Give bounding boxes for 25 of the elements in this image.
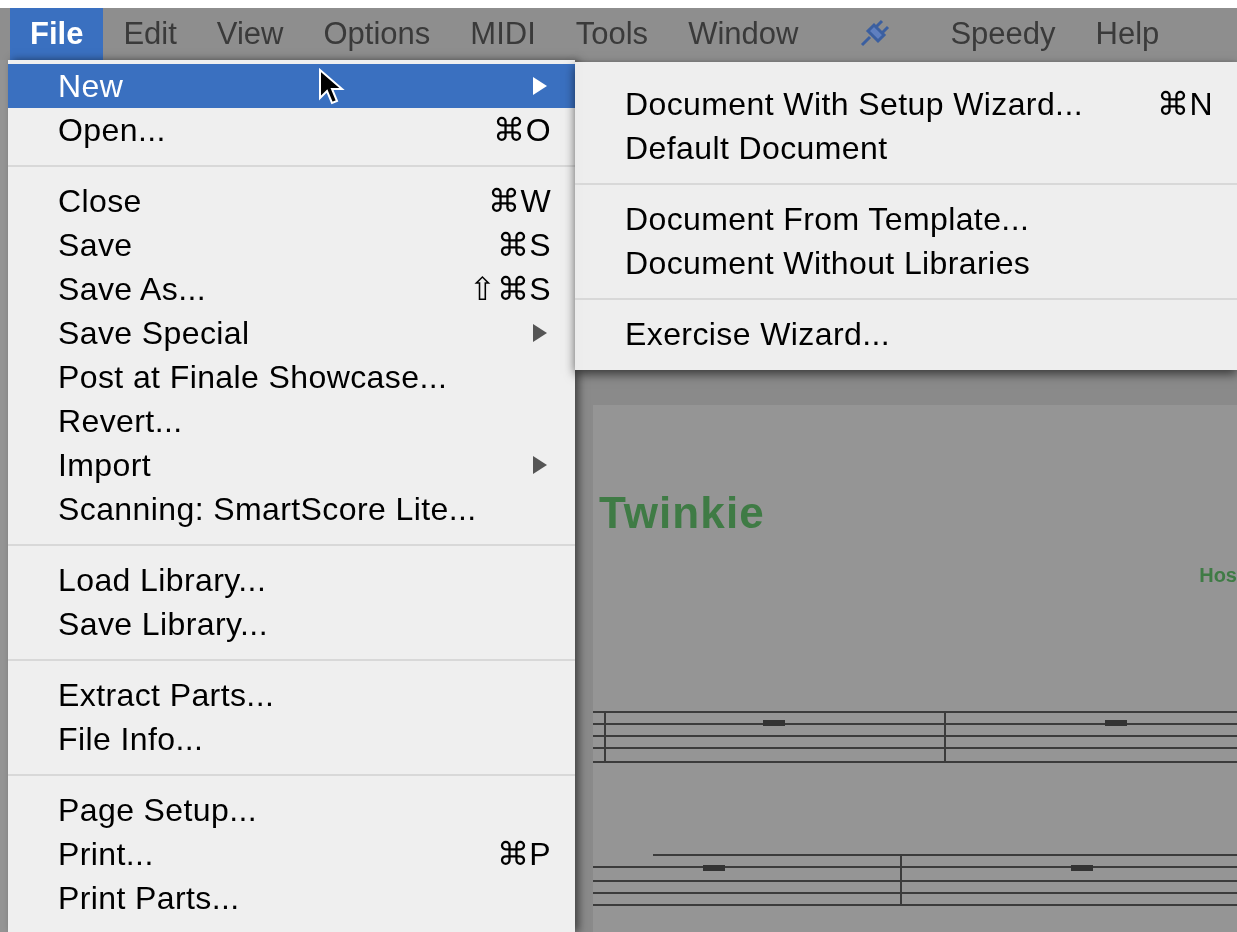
menu-item[interactable]: Save Library... — [8, 602, 575, 646]
menu-title[interactable]: File — [10, 8, 104, 60]
score-title: Twinkie — [599, 487, 765, 539]
menu-item[interactable]: Save Special — [8, 311, 575, 355]
menu-item[interactable]: Revert... — [8, 399, 575, 443]
menu-item[interactable]: Load Library... — [8, 558, 575, 602]
menu-item[interactable]: Post at Finale Showcase... — [8, 355, 575, 399]
menu-item[interactable]: Close ⌘W — [8, 179, 575, 223]
menu-item[interactable]: Scanning: SmartScore Lite... — [8, 487, 575, 531]
menu-item[interactable]: Print... ⌘P — [8, 832, 575, 876]
menu-item[interactable]: Exercise Wizard... — [575, 312, 1237, 356]
menu-item[interactable]: File Info... — [8, 717, 575, 761]
menu-item[interactable]: Save As... ⇧⌘S — [8, 267, 575, 311]
menu-item[interactable]: Import — [8, 443, 575, 487]
menu-item[interactable]: Document Without Libraries — [575, 241, 1237, 285]
composer-text: Hos — [1199, 563, 1237, 588]
menu-item[interactable]: Print Parts... — [8, 876, 575, 920]
menu-item[interactable]: Document With Setup Wizard... ⌘N — [575, 82, 1237, 126]
menu-item[interactable]: Page Setup... — [8, 788, 575, 832]
menu-item[interactable]: Document From Template... — [575, 197, 1237, 241]
menu-item[interactable]: Open... ⌘O — [8, 108, 575, 152]
menu-item[interactable]: Save ⌘S — [8, 223, 575, 267]
menu-item[interactable]: New — [8, 64, 575, 108]
menu-item[interactable]: Extract Parts... — [8, 673, 575, 717]
menu-item[interactable]: Default Document — [575, 126, 1237, 170]
